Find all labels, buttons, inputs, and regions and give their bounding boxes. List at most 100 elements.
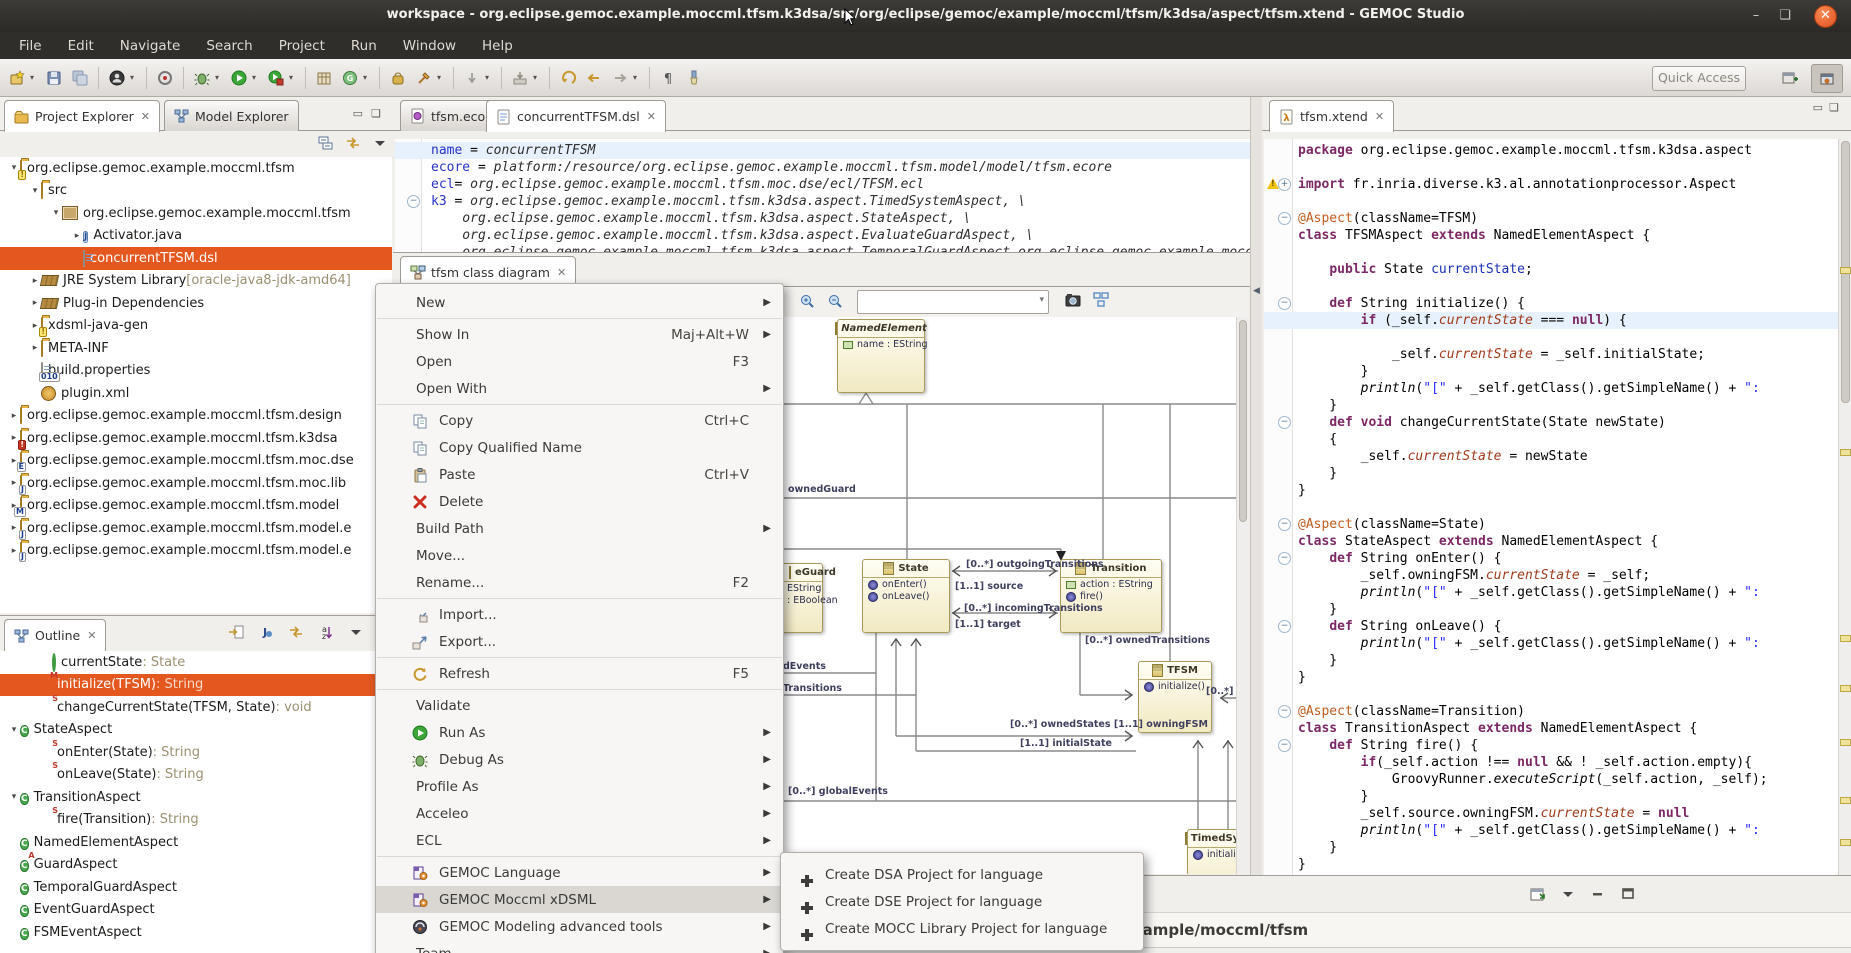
collapse-all-button[interactable] [318, 135, 334, 155]
close-window-button[interactable]: ✕ [1814, 5, 1837, 28]
menu-navigate[interactable]: Navigate [107, 35, 194, 57]
menu-project[interactable]: Project [266, 35, 338, 57]
fold-marker[interactable]: + [1278, 178, 1291, 191]
next-annotation-button[interactable] [460, 66, 484, 90]
minimize-window-button[interactable]: – [1745, 6, 1767, 26]
outline-item-initialize-tfsm-[interactable]: Minitialize(TFSM) : String [0, 674, 392, 697]
forward-dropdown-icon[interactable]: ▾ [633, 73, 642, 82]
tree-item-plug-in-dependencies[interactable]: ▸Plug-in Dependencies [0, 292, 392, 315]
fold-marker[interactable]: − [1278, 416, 1291, 429]
expand-icon[interactable]: ▾ [29, 186, 41, 196]
fold-marker[interactable]: − [1278, 705, 1291, 718]
new-java-project-button[interactable] [312, 66, 336, 90]
quick-access-button[interactable]: Quick Access [1652, 66, 1746, 91]
submenu-item-create-dsa-project-for-language[interactable]: Create DSA Project for language [781, 861, 1143, 888]
new-wizard-button[interactable] [5, 66, 29, 90]
link-with-editor-button[interactable] [345, 135, 361, 155]
coverage-dropdown-icon[interactable]: ▾ [289, 73, 298, 82]
close-tab-icon[interactable]: ✕ [557, 266, 566, 279]
outline-item-changecurrentstate-tfsm-state-[interactable]: SchangeCurrentState(TFSM, State) : void [0, 696, 392, 719]
tree-item-plugin-xml[interactable]: plugin.xml [0, 382, 392, 405]
tree-item-src[interactable]: ▾src [0, 180, 392, 203]
fold-marker[interactable]: − [1278, 297, 1291, 310]
menu-item-profile-as[interactable]: Profile As▶ [376, 773, 783, 800]
menu-search[interactable]: Search [193, 35, 265, 57]
menu-item-debug-as[interactable]: Debug As▶ [376, 746, 783, 773]
xtend-editor[interactable]: package org.eclipse.gemoc.example.moccml… [1264, 139, 1838, 875]
minimize-button[interactable] [1590, 886, 1606, 906]
maximize-view-icon[interactable]: ❏ [371, 107, 381, 120]
fold-marker[interactable]: − [1278, 620, 1291, 633]
occurrence-marker[interactable] [1840, 797, 1851, 804]
task-tray-dropdown-icon[interactable]: ▾ [533, 73, 542, 82]
xtend-overview-ruler[interactable] [1838, 139, 1851, 875]
tree-item-org-eclipse-gemoc-example-moccml-tfsm-moc-lib[interactable]: ▸Jorg.eclipse.gemoc.example.moccml.tfsm.… [0, 472, 392, 495]
occurrence-marker[interactable] [1840, 449, 1851, 456]
tree-item-org-eclipse-gemoc-example-moccml-tfsm-moc-dse[interactable]: ▸Eorg.eclipse.gemoc.example.moccml.tfsm.… [0, 450, 392, 473]
fold-marker[interactable]: − [1278, 552, 1291, 565]
menu-item-run-as[interactable]: Run As▶ [376, 719, 783, 746]
snapshot-button[interactable] [1065, 292, 1081, 312]
menu-item-copy[interactable]: CopyCtrl+C [376, 407, 783, 434]
occurrence-marker[interactable] [1840, 839, 1851, 846]
zoom-level-combobox[interactable]: ▾ [857, 290, 1049, 314]
outline-item-transitionaspect[interactable]: ▾CTransitionAspect [0, 786, 392, 809]
close-tab-icon[interactable]: ✕ [647, 110, 656, 123]
fold-marker[interactable]: − [407, 195, 420, 208]
maximize-view-icon[interactable]: ❏ [1829, 101, 1839, 114]
menu-item-gemoc-moccml-xdsml[interactable]: GEMOC Moccml xDSML▶ [376, 886, 783, 913]
tab-model-explorer[interactable]: Model Explorer [164, 100, 299, 131]
menu-item-open[interactable]: OpenF3 [376, 348, 783, 375]
occurrence-marker[interactable] [1840, 635, 1851, 642]
run-dropdown-icon[interactable]: ▾ [252, 73, 261, 82]
combobox-dropdown-icon[interactable]: ▾ [1039, 295, 1044, 305]
expand-icon[interactable]: ▸ [71, 231, 83, 241]
forward-button[interactable] [608, 66, 632, 90]
menu-edit[interactable]: Edit [55, 35, 107, 57]
tree-item-org-eclipse-gemoc-example-moccml-tfsm-design[interactable]: ▸org.eclipse.gemoc.example.moccml.tfsm.d… [0, 405, 392, 428]
menu-item-export-[interactable]: Export... [376, 628, 783, 655]
menu-item-copy-qualified-name[interactable]: Copy Qualified Name [376, 434, 783, 461]
expand-icon[interactable]: ▾ [50, 208, 62, 218]
tree-item-org-eclipse-gemoc-example-moccml-tfsm-model-e[interactable]: ▸Jorg.eclipse.gemoc.example.moccml.tfsm.… [0, 517, 392, 540]
sort-button[interactable]: az [318, 624, 334, 644]
menu-item-gemoc-language[interactable]: GEMOC Language▶ [376, 859, 783, 886]
outline-item-onenter-state-[interactable]: SonEnter(State) : String [0, 741, 392, 764]
view-menu-button[interactable] [1560, 886, 1576, 906]
menu-item-ecl[interactable]: ECL▶ [376, 827, 783, 854]
view-menu-button[interactable] [348, 624, 364, 644]
class-box-timedsystem[interactable]: TimedSysteminitialize() [1187, 829, 1236, 874]
tree-item-org-eclipse-gemoc-example-moccml-tfsm[interactable]: ▾!org.eclipse.gemoc.example.moccml.tfsm [0, 157, 392, 180]
close-tab-icon[interactable]: ✕ [87, 629, 96, 642]
outline-item-fsmeventaspect[interactable]: CFSMEventAspect [0, 921, 392, 944]
maximize-window-button[interactable]: ❏ [1774, 6, 1796, 26]
menu-item-team[interactable]: Team▶ [376, 940, 783, 953]
fold-marker[interactable]: − [1278, 212, 1291, 225]
submenu-item-create-dse-project-for-language[interactable]: Create DSE Project for language [781, 888, 1143, 915]
format-button[interactable] [682, 66, 706, 90]
debug-dropdown-icon[interactable]: ▾ [215, 73, 224, 82]
show-whitespace-button[interactable]: ¶ [656, 66, 680, 90]
menu-item-paste[interactable]: PasteCtrl+V [376, 461, 783, 488]
menu-item-show-in[interactable]: Show InMaj+Alt+W▶ [376, 321, 783, 348]
tree-item-org-eclipse-gemoc-example-moccml-tfsm[interactable]: ▾org.eclipse.gemoc.example.moccml.tfsm [0, 202, 392, 225]
user-profile-dropdown-icon[interactable]: ▾ [130, 73, 139, 82]
new-plugin-project-button[interactable]: G [338, 66, 362, 90]
menu-item-import-[interactable]: Import... [376, 601, 783, 628]
outline-item-currentstate[interactable]: currentState : State [0, 651, 392, 674]
dsl-editor[interactable]: name = concurrentTFSMecore = platform:/r… [395, 139, 1250, 252]
menu-item-validate[interactable]: Validate [376, 692, 783, 719]
menu-item-open-with[interactable]: Open With▶ [376, 375, 783, 402]
tree-item-build-properties[interactable]: 010build.properties [0, 360, 392, 383]
debug-button[interactable] [190, 66, 214, 90]
menu-item-delete[interactable]: Delete [376, 488, 783, 515]
tree-item-org-eclipse-gemoc-example-moccml-tfsm-model-e[interactable]: ▸Jorg.eclipse.gemoc.example.moccml.tfsm.… [0, 540, 392, 563]
tree-item-xdsml-java-gen[interactable]: ▸!xdsml-java-gen [0, 315, 392, 338]
tree-item-org-eclipse-gemoc-example-moccml-tfsm-model[interactable]: ▸Morg.eclipse.gemoc.example.moccml.tfsm.… [0, 495, 392, 518]
minimize-view-icon[interactable]: ▭ [353, 107, 363, 120]
occurrence-marker[interactable] [1840, 739, 1851, 746]
search-dropdown-icon[interactable]: ▾ [437, 73, 446, 82]
tab-tfsm-xtend[interactable]: λtfsm.xtend✕ [1269, 100, 1394, 132]
class-box-state[interactable]: StateonEnter()onLeave() [862, 559, 950, 633]
outline-item-temporalguardaspect[interactable]: CTemporalGuardAspect [0, 876, 392, 899]
